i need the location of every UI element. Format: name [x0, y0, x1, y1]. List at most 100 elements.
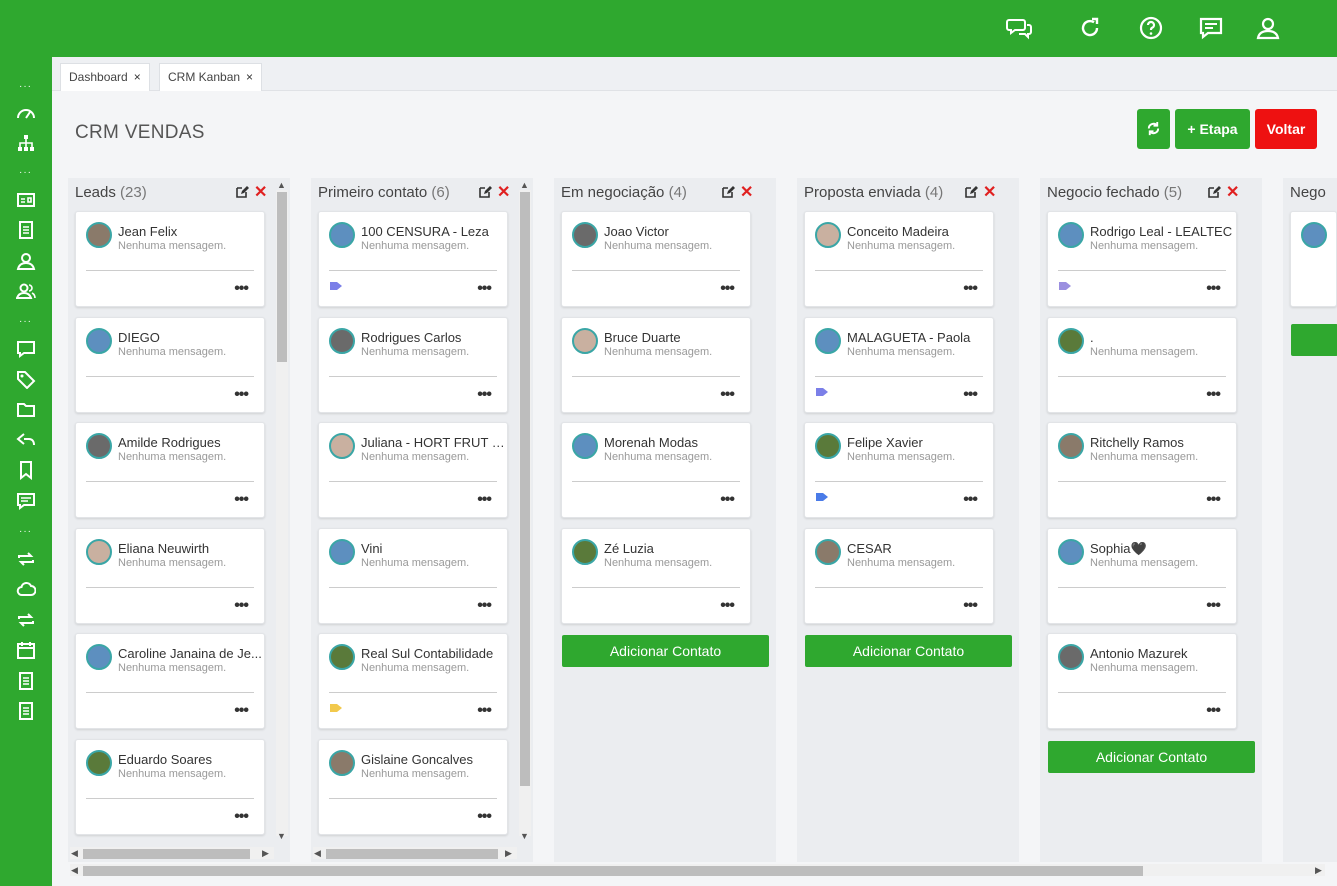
card-menu-icon[interactable]: ••• — [963, 386, 978, 402]
sync-icon[interactable] — [16, 610, 36, 630]
card-menu-icon[interactable]: ••• — [1206, 703, 1221, 719]
scroll-up-arrow[interactable]: ▲ — [277, 180, 286, 190]
edit-icon[interactable] — [235, 185, 249, 199]
contact-card[interactable]: Bruce Duarte Nenhuma mensagem. ••• — [561, 316, 751, 413]
contact-card[interactable]: Gislaine Goncalves Nenhuma mensagem. ••• — [318, 738, 508, 835]
contact-card[interactable]: Eliana Neuwirth Nenhuma mensagem. ••• — [75, 527, 265, 624]
reload-icon[interactable] — [1077, 15, 1103, 41]
contact-card[interactable]: Rodrigues Carlos Nenhuma mensagem. ••• — [318, 316, 508, 413]
edit-icon[interactable] — [964, 185, 978, 199]
chat-icon[interactable] — [16, 339, 36, 359]
delete-column-icon[interactable]: ✕ — [740, 182, 753, 202]
card-menu-icon[interactable]: ••• — [720, 386, 735, 402]
contact-card[interactable]: Felipe Xavier Nenhuma mensagem. ••• — [804, 422, 994, 518]
card-menu-icon[interactable]: ••• — [234, 808, 249, 824]
contact-card[interactable]: Sophia🖤 Nenhuma mensagem. ••• — [1047, 527, 1237, 624]
add-stage-button[interactable]: + Etapa — [1175, 109, 1250, 149]
id-card-icon[interactable] — [16, 190, 36, 210]
card-menu-icon[interactable]: ••• — [234, 492, 249, 508]
card-menu-icon[interactable]: ••• — [963, 281, 978, 297]
add-contact-button[interactable]: Adicionar Contato — [805, 635, 1012, 667]
scroll-thumb[interactable] — [520, 192, 530, 786]
contact-card[interactable]: Joao Victor Nenhuma mensagem. ••• — [561, 211, 751, 307]
scroll-down-arrow[interactable]: ▼ — [277, 831, 286, 841]
delete-column-icon[interactable]: ✕ — [1226, 182, 1239, 202]
scroll-right-arrow[interactable]: ▶ — [262, 848, 269, 859]
card-menu-icon[interactable]: ••• — [720, 281, 735, 297]
report-icon[interactable] — [16, 671, 36, 691]
messages-icon[interactable] — [1198, 15, 1224, 41]
tag-icon[interactable] — [329, 280, 343, 292]
card-menu-icon[interactable]: ••• — [477, 808, 492, 824]
tag-icon[interactable] — [329, 702, 343, 714]
delete-column-icon[interactable]: ✕ — [983, 182, 996, 202]
card-menu-icon[interactable]: ••• — [477, 597, 492, 613]
card-menu-icon[interactable]: ••• — [1206, 386, 1221, 402]
quick-messages-icon[interactable] — [16, 491, 36, 511]
document-list-icon[interactable] — [16, 220, 36, 240]
contact-card[interactable]: Vini Nenhuma mensagem. ••• — [318, 527, 508, 624]
folder-icon[interactable] — [16, 400, 36, 420]
contact-card[interactable]: Ritchelly Ramos Nenhuma mensagem. ••• — [1047, 422, 1237, 518]
card-menu-icon[interactable]: ••• — [720, 492, 735, 508]
contact-card[interactable]: Caroline Janaina de Je... Nenhuma mensage… — [75, 633, 265, 729]
contact-card[interactable]: Conceito Madeira Nenhuma mensagem. ••• — [804, 211, 994, 307]
repeat-icon[interactable] — [16, 549, 36, 569]
card-menu-icon[interactable]: ••• — [234, 703, 249, 719]
contact-card[interactable]: Juliana - HORT FRUT EM... Nenhuma mensage… — [318, 422, 508, 518]
contact-card[interactable]: Real Sul Contabilidade Nenhuma mensagem. •… — [318, 633, 508, 729]
card-menu-icon[interactable]: ••• — [477, 386, 492, 402]
refresh-button[interactable] — [1137, 109, 1170, 149]
cloud-icon[interactable] — [16, 579, 36, 599]
reply-all-icon[interactable] — [16, 430, 36, 450]
delete-column-icon[interactable]: ✕ — [497, 182, 510, 202]
delete-column-icon[interactable]: ✕ — [254, 182, 267, 202]
close-icon[interactable]: × — [246, 70, 253, 84]
hierarchy-icon[interactable] — [16, 133, 36, 153]
card-menu-icon[interactable]: ••• — [720, 597, 735, 613]
edit-icon[interactable] — [478, 185, 492, 199]
card-menu-icon[interactable]: ••• — [963, 597, 978, 613]
contact-card[interactable]: Antonio Mazurek Nenhuma mensagem. ••• — [1047, 633, 1237, 729]
scroll-up-arrow[interactable]: ▲ — [520, 180, 529, 190]
contact-card[interactable]: CESAR Nenhuma mensagem. ••• — [804, 527, 994, 624]
scroll-thumb[interactable] — [277, 192, 287, 362]
scroll-right-arrow[interactable]: ▶ — [505, 848, 512, 859]
contact-card[interactable]: DIEGO Nenhuma mensagem. ••• — [75, 316, 265, 413]
card-menu-icon[interactable]: ••• — [477, 492, 492, 508]
primeiro-contato-vertical-scrollbar[interactable] — [519, 190, 531, 836]
scroll-left-arrow[interactable]: ◀ — [314, 848, 321, 859]
bookmark-icon[interactable] — [16, 460, 36, 480]
users-group-icon[interactable] — [16, 281, 36, 301]
contact-card[interactable] — [1290, 211, 1337, 307]
scroll-left-arrow[interactable]: ◀ — [71, 865, 78, 876]
add-contact-button[interactable] — [1291, 324, 1337, 356]
card-menu-icon[interactable]: ••• — [234, 597, 249, 613]
tab-crm-kanban[interactable]: CRM Kanban × — [159, 63, 263, 91]
card-menu-icon[interactable]: ••• — [234, 281, 249, 297]
card-menu-icon[interactable]: ••• — [234, 386, 249, 402]
card-menu-icon[interactable]: ••• — [1206, 597, 1221, 613]
contact-card[interactable]: Zé Luzia Nenhuma mensagem. ••• — [561, 527, 751, 624]
contact-card[interactable]: Morenah Modas Nenhuma mensagem. ••• — [561, 422, 751, 518]
contact-card[interactable]: Eduardo Soares Nenhuma mensagem. ••• — [75, 738, 265, 835]
card-menu-icon[interactable]: ••• — [1206, 281, 1221, 297]
contact-card[interactable]: 100 CENSURA - Leza Nenhuma mensagem. ••• — [318, 211, 508, 307]
contact-card[interactable]: MALAGUETA - Paola Nenhuma mensagem. ••• — [804, 316, 994, 413]
chat-bubbles-icon[interactable] — [1006, 15, 1032, 41]
help-icon[interactable] — [1138, 15, 1164, 41]
scroll-thumb[interactable] — [83, 849, 250, 859]
close-icon[interactable]: × — [134, 70, 141, 84]
tag-icon[interactable] — [815, 386, 829, 398]
edit-icon[interactable] — [1207, 185, 1221, 199]
scroll-thumb[interactable] — [83, 866, 1143, 876]
primeiro-contato-horizontal-scrollbar[interactable] — [313, 847, 517, 859]
scroll-down-arrow[interactable]: ▼ — [520, 831, 529, 841]
contact-icon[interactable] — [16, 251, 36, 271]
dashboard-gauge-icon[interactable] — [16, 103, 36, 123]
tags-icon[interactable] — [16, 369, 36, 389]
tag-icon[interactable] — [815, 491, 829, 503]
scroll-thumb[interactable] — [326, 849, 498, 859]
board-horizontal-scrollbar[interactable] — [70, 864, 1325, 876]
contact-card[interactable]: . Nenhuma mensagem. ••• — [1047, 316, 1237, 413]
